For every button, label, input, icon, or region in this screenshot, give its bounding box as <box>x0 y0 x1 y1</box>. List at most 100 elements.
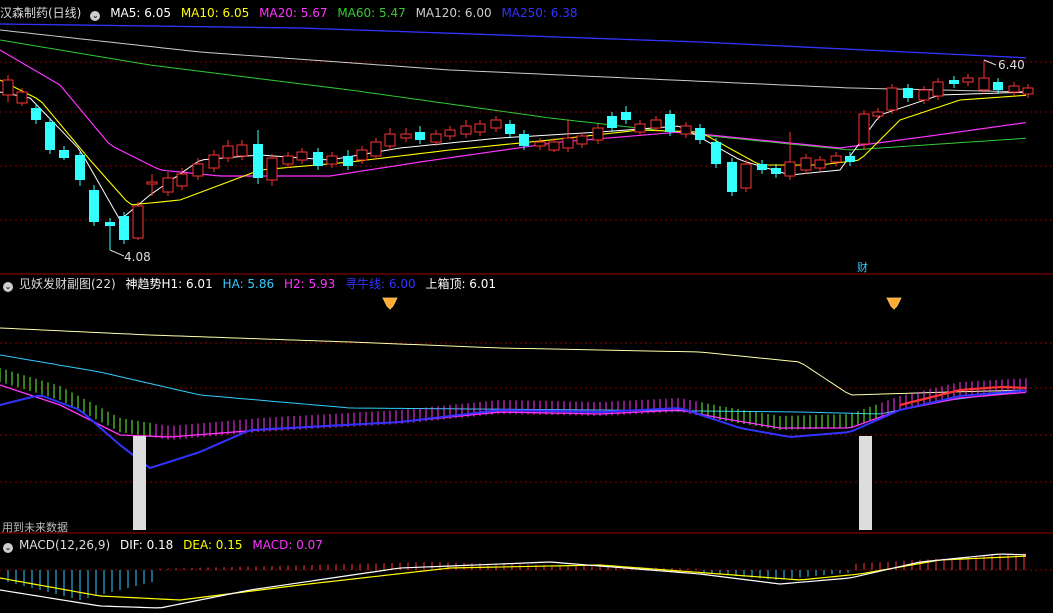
candle-body <box>222 145 234 159</box>
ma10-line <box>0 79 1027 206</box>
candle-body <box>650 119 662 129</box>
candle-body <box>176 173 188 187</box>
chevron-down-icon[interactable]: ⌄ <box>90 11 101 21</box>
candle-body <box>814 159 826 169</box>
candle-body <box>59 150 69 158</box>
candle-body <box>505 124 515 134</box>
gem-icon <box>382 297 398 310</box>
ma120-label: MA120: 6.00 <box>415 6 492 20</box>
candle-body <box>978 77 990 91</box>
macd-value-label: MACD: 0.07 <box>252 538 323 552</box>
candle-body <box>45 122 55 150</box>
candle-body <box>1008 85 1020 93</box>
ma60-label: MA60: 5.47 <box>337 6 406 20</box>
ma5-label: MA5: 6.05 <box>110 6 171 20</box>
candle-body <box>534 141 546 147</box>
candle-body <box>146 181 158 185</box>
candle-body <box>576 135 588 145</box>
candle-body <box>711 142 721 164</box>
candle-body <box>519 134 529 146</box>
candle-body <box>634 123 646 133</box>
candle-body <box>872 111 884 117</box>
candle-body <box>607 116 617 128</box>
candle-body <box>695 128 705 140</box>
candle-body <box>592 127 604 141</box>
candle-body <box>415 132 425 140</box>
candle-body <box>1022 87 1034 95</box>
candle-body <box>282 155 294 165</box>
finance-badge[interactable]: 财 <box>857 259 868 275</box>
candle-body <box>962 77 974 83</box>
candle-body <box>326 155 338 165</box>
xunniu-line <box>0 389 1027 470</box>
candle-body <box>740 163 752 189</box>
candle-body <box>105 222 115 226</box>
low-marker-line <box>109 249 125 257</box>
candle-body <box>845 156 855 162</box>
candle-body <box>75 155 85 180</box>
candle-body <box>460 125 472 135</box>
candle-body <box>313 152 323 166</box>
macd-panel-header: ⌄ MACD(12,26,9) DIF: 0.18 DEA: 0.15 MACD:… <box>0 537 329 553</box>
candle-body <box>384 133 396 147</box>
macd-title[interactable]: MACD(12,26,9) <box>19 538 110 552</box>
h1-label: 神趋势H1: 6.01 <box>125 277 213 291</box>
candle-body <box>370 141 382 157</box>
candle-body <box>932 81 944 97</box>
candle-body <box>132 205 144 239</box>
candle-body <box>858 113 870 145</box>
candle-body <box>31 108 41 120</box>
candle-body <box>208 154 220 169</box>
indicator-title[interactable]: 见妖发财副图(22) <box>19 277 116 291</box>
xunniu-label: 寻牛线: 6.00 <box>345 277 416 291</box>
ma5-line <box>0 91 1027 221</box>
ma20-label: MA20: 5.67 <box>259 6 328 20</box>
ha-label: HA: 5.86 <box>222 277 275 291</box>
dif-label: DIF: 0.18 <box>119 538 174 552</box>
candle-body <box>757 164 767 170</box>
indicator-panel[interactable] <box>0 297 1027 530</box>
candle-body <box>771 168 781 174</box>
candle-body <box>993 82 1003 90</box>
ma120-line <box>0 29 1027 93</box>
candle-body <box>784 161 796 177</box>
future-data-warning: 用到未来数据 <box>2 521 68 534</box>
candlestick-panel[interactable] <box>0 23 1034 257</box>
candle-body <box>430 133 442 143</box>
candle-body <box>89 190 99 222</box>
candle-body <box>903 88 913 98</box>
candle-body <box>266 157 278 181</box>
candle-body <box>119 216 129 240</box>
candle-body <box>343 156 353 166</box>
chevron-down-icon[interactable]: ⌄ <box>3 282 13 292</box>
signal-bar <box>859 436 872 530</box>
candle-body <box>665 114 675 132</box>
candle-body <box>236 144 248 157</box>
candle-body <box>562 137 574 149</box>
candle-body <box>356 149 368 161</box>
candle-body <box>800 157 812 171</box>
gem-icon <box>886 297 902 310</box>
chevron-down-icon[interactable]: ⌄ <box>3 543 13 553</box>
ma250-line <box>0 23 1027 59</box>
indicator-panel-header: ⌄ 见妖发财副图(22) 神趋势H1: 6.01 HA: 5.86 H2: 5.9… <box>0 276 502 292</box>
candle-body <box>162 177 174 193</box>
main-panel-header: 汉森制药(日线) ⌄ MA5: 6.05 MA10: 6.05 MA20: 5.6… <box>0 5 583 21</box>
ma10-label: MA10: 6.05 <box>180 6 250 20</box>
candle-body <box>444 129 456 137</box>
low-price-label: 4.08 <box>124 250 151 264</box>
dif-line <box>0 553 1027 609</box>
candle-body <box>548 141 560 151</box>
candle-body <box>192 163 204 177</box>
candle-body <box>253 144 263 178</box>
candle-body <box>400 133 412 139</box>
candle-body <box>680 125 692 135</box>
chart-canvas[interactable] <box>0 0 1053 613</box>
candle-body <box>2 79 14 96</box>
ma250-label: MA250: 6.38 <box>501 6 578 20</box>
candle-body <box>918 89 930 101</box>
signal-bar <box>133 436 146 530</box>
macd-panel[interactable] <box>0 553 1027 609</box>
dea-label: DEA: 0.15 <box>183 538 243 552</box>
stock-title[interactable]: 汉森制药(日线) <box>0 6 81 20</box>
